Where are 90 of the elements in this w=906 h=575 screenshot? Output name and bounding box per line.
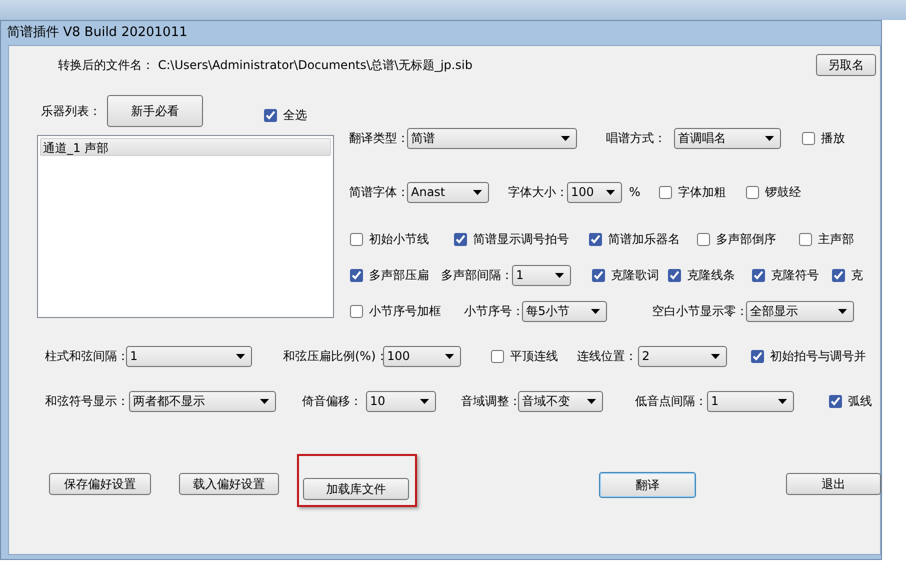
caret-icon — [606, 190, 615, 194]
checkbox-label: 克隆歌词 — [611, 267, 659, 284]
checkbox[interactable] — [350, 304, 363, 318]
dropdown[interactable]: 2 — [638, 346, 727, 366]
field-label: 简谱字体： — [349, 184, 409, 201]
checkbox-label: 多声部压扁 — [369, 267, 429, 284]
dialog-button[interactable]: 翻译 — [599, 472, 696, 498]
checkbox-label: 平顶连线 — [510, 348, 558, 365]
checkbox[interactable] — [799, 232, 812, 246]
field-label: 唱谱方式： — [606, 130, 666, 147]
checkbox[interactable] — [592, 268, 605, 282]
field-label: 音域调整： — [461, 393, 521, 410]
checkbox-label: 锣鼓经 — [765, 184, 801, 201]
dialog-button[interactable]: 载入偏好设置 — [179, 473, 279, 495]
caret-icon — [445, 354, 454, 358]
dropdown[interactable]: 每5小节 — [522, 300, 607, 322]
checkbox-label: 主声部 — [818, 231, 854, 248]
checkbox-label: 简谱显示调号拍号 — [473, 231, 569, 248]
field-label: 小节序号： — [464, 303, 524, 320]
caret-icon — [236, 354, 245, 358]
checkbox[interactable] — [752, 268, 765, 282]
dropdown[interactable]: 全部显示 — [746, 300, 854, 322]
dropdown[interactable]: Anast — [407, 182, 489, 202]
file-path: C:\Users\Administrator\Documents\总谱\无标题_jp.sib — [158, 57, 472, 74]
field-label: 乐器列表： — [41, 103, 101, 120]
checkbox[interactable] — [350, 232, 363, 246]
checkbox[interactable] — [668, 268, 681, 282]
checkbox[interactable] — [491, 350, 504, 362]
list-item[interactable]: 通道_1 声部 — [40, 138, 331, 156]
checkbox-label: 克隆线条 — [687, 267, 735, 284]
checkbox-label: 全选 — [283, 107, 307, 124]
caret-icon — [711, 354, 720, 358]
checkbox-label: 初始小节线 — [369, 231, 429, 248]
caret-icon — [591, 308, 600, 314]
caret-icon — [587, 398, 596, 404]
checkbox-label: 克隆符号 — [771, 267, 819, 284]
checkbox-label: 小节序号加框 — [369, 303, 441, 320]
dropdown[interactable]: 两者都不显示 — [129, 390, 276, 412]
field-label: 柱式和弦间隔： — [45, 348, 129, 365]
checkbox[interactable] — [802, 132, 815, 144]
dropdown[interactable]: 10 — [366, 390, 436, 412]
dropdown[interactable]: 1 — [126, 346, 252, 366]
dialog-button[interactable]: 加载库文件 — [303, 478, 409, 500]
checkbox-label: 播放 — [821, 130, 845, 147]
dropdown[interactable]: 简谱 — [407, 128, 577, 148]
field-label: 转换后的文件名： — [58, 57, 154, 74]
field-label: 低音点间隔： — [635, 393, 707, 410]
dropdown[interactable]: 音域不变 — [518, 390, 603, 412]
caret-icon — [420, 398, 429, 404]
dropdown[interactable]: 100 — [567, 182, 622, 202]
checkbox-label: 多声部倒序 — [716, 231, 776, 248]
caret-icon — [561, 136, 570, 140]
dropdown[interactable]: 1 — [512, 264, 571, 286]
checkbox-label: 初始拍号与调号并 — [770, 348, 866, 365]
checkbox[interactable] — [659, 186, 672, 198]
caret-icon — [473, 190, 482, 194]
guide-button[interactable]: 新手必看 — [107, 95, 203, 127]
checkbox-label: 字体加粗 — [678, 184, 726, 201]
checkbox[interactable] — [697, 232, 710, 246]
caret-icon — [555, 272, 564, 278]
checkbox[interactable] — [746, 186, 759, 198]
dropdown[interactable]: 首调唱名 — [674, 128, 781, 148]
dropdown[interactable]: 100 — [383, 346, 461, 366]
dialog-button[interactable]: 退出 — [786, 473, 881, 495]
field-label: 连线位置： — [577, 348, 637, 365]
rename-button[interactable]: 另取名 — [816, 54, 876, 76]
window-title: 简谱插件 V8 Build 20201011 — [7, 24, 188, 42]
caret-icon — [260, 398, 269, 404]
checkbox[interactable] — [264, 108, 277, 122]
checkbox[interactable] — [589, 232, 602, 246]
caret-icon — [778, 398, 787, 404]
field-label: 字体大小： — [508, 184, 568, 201]
caret-icon — [765, 136, 774, 140]
field-label: % — [629, 184, 640, 201]
checkbox[interactable] — [454, 232, 467, 246]
caret-icon — [838, 308, 847, 314]
checkbox[interactable] — [751, 350, 764, 362]
checkbox-label: 简谱加乐器名 — [608, 231, 680, 248]
field-label: 多声部间隔： — [441, 267, 513, 284]
checkbox-label: 克 — [851, 267, 863, 284]
dialog-button[interactable]: 保存偏好设置 — [49, 473, 151, 495]
field-label: 和弦符号显示： — [45, 393, 129, 410]
checkbox[interactable] — [350, 268, 363, 282]
field-label: 空白小节显示零： — [652, 303, 748, 320]
dropdown[interactable]: 1 — [707, 390, 794, 412]
field-label: 倚音偏移： — [302, 393, 362, 410]
checkbox-label: 弧线 — [848, 393, 872, 410]
checkbox[interactable] — [832, 268, 845, 282]
checkbox[interactable] — [829, 394, 842, 408]
field-label: 翻译类型： — [349, 130, 409, 147]
